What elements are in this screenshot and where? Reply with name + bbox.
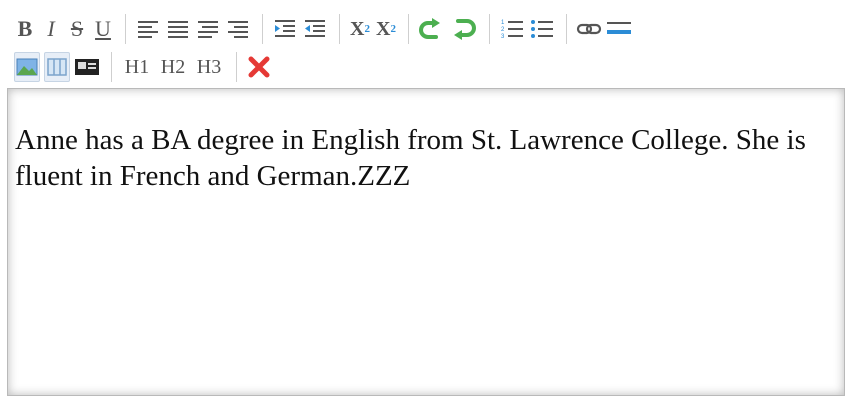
editor-text[interactable]: Anne has a BA degree in English from St.… [15, 122, 841, 194]
toolbar-separator [339, 14, 340, 44]
remove-format-button[interactable] [246, 52, 272, 82]
toolbar-separator [489, 14, 490, 44]
table-button[interactable] [44, 52, 70, 82]
toolbar-separator [566, 14, 567, 44]
insert-image-icon [16, 58, 38, 76]
svg-text:3: 3 [501, 34, 505, 40]
align-right-icon [198, 21, 218, 38]
toolbar-row-1: B I S U X2 X2 1 2 3 [14, 12, 636, 46]
toolbar-separator [111, 52, 112, 82]
horizontal-rule-icon [607, 22, 631, 34]
align-left-icon [138, 21, 158, 38]
editor-content-area[interactable]: Anne has a BA degree in English from St.… [7, 88, 845, 396]
bold-button[interactable]: B [14, 14, 36, 44]
align-justify-button[interactable] [225, 14, 251, 44]
superscript-label: X [376, 17, 391, 40]
underline-button[interactable]: U [92, 14, 114, 44]
horizontal-rule-button[interactable] [606, 14, 632, 44]
toolbar-separator [236, 52, 237, 82]
undo-icon [454, 19, 476, 40]
heading-3-label: H3 [196, 55, 222, 78]
close-icon [248, 56, 270, 78]
outdent-button[interactable] [302, 14, 328, 44]
align-center-icon [168, 21, 188, 38]
media-button[interactable] [74, 52, 100, 82]
italic-label: I [47, 16, 55, 41]
unordered-list-button[interactable] [529, 14, 555, 44]
indent-icon [275, 20, 295, 37]
italic-button[interactable]: I [40, 14, 62, 44]
heading-3-button[interactable]: H3 [193, 52, 225, 82]
outdent-icon [305, 20, 325, 37]
align-left-button[interactable] [135, 14, 161, 44]
underline-label: U [95, 16, 111, 41]
strikethrough-label: S [70, 16, 84, 41]
subscript-mark: 2 [364, 23, 370, 35]
align-justify-icon [228, 21, 248, 38]
link-icon [576, 23, 602, 35]
subscript-button[interactable]: X2 [349, 14, 371, 44]
superscript-button[interactable]: X2 [375, 14, 397, 44]
bold-label: B [17, 16, 33, 41]
svg-text:2: 2 [501, 27, 505, 33]
ordered-list-icon: 123 [501, 20, 523, 40]
undo-button[interactable] [450, 14, 478, 44]
heading-2-label: H2 [160, 55, 186, 78]
table-icon [47, 58, 67, 76]
redo-icon [419, 18, 440, 39]
svg-text:1: 1 [501, 20, 505, 26]
editor-toolbar: B I S U X2 X2 1 2 3 H1 H2 H3 [0, 0, 852, 88]
unordered-list-icon [531, 20, 553, 38]
strikethrough-button[interactable]: S [66, 14, 88, 44]
heading-2-button[interactable]: H2 [157, 52, 189, 82]
link-button[interactable] [576, 14, 602, 44]
toolbar-row-2: H1 H2 H3 [14, 50, 276, 84]
media-icon [75, 59, 99, 75]
heading-1-label: H1 [124, 55, 150, 78]
align-center-button[interactable] [165, 14, 191, 44]
align-right-button[interactable] [195, 14, 221, 44]
toolbar-separator [262, 14, 263, 44]
superscript-mark: 2 [390, 23, 396, 35]
redo-button[interactable] [418, 14, 446, 44]
toolbar-separator [125, 14, 126, 44]
subscript-label: X [350, 17, 365, 40]
ordered-list-button[interactable]: 123 [499, 14, 525, 44]
insert-image-button[interactable] [14, 52, 40, 82]
indent-button[interactable] [272, 14, 298, 44]
toolbar-separator [408, 14, 409, 44]
heading-1-button[interactable]: H1 [121, 52, 153, 82]
